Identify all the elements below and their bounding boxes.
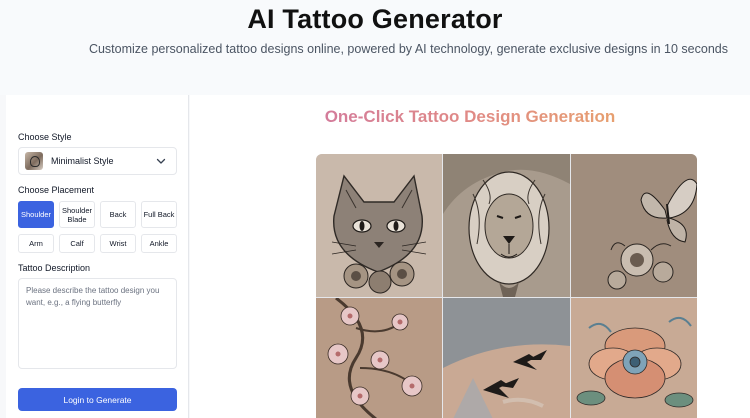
swallows-tattoo-image xyxy=(443,298,570,418)
generator-panel: Choose Style Minimalist Style Choose Pla… xyxy=(6,95,189,418)
flower-tattoo-image xyxy=(571,298,697,418)
showcase-title: One-Click Tattoo Design Generation xyxy=(190,107,750,127)
login-to-generate-button[interactable]: Login to Generate xyxy=(18,388,177,411)
style-selected-value: Minimalist Style xyxy=(51,156,114,166)
style-dropdown[interactable]: Minimalist Style xyxy=(18,147,177,175)
cat-tattoo-image xyxy=(316,154,442,297)
placement-label: Choose Placement xyxy=(18,185,95,195)
chevron-down-icon xyxy=(156,158,166,164)
description-input[interactable] xyxy=(18,278,177,369)
hero-header: AI Tattoo Generator Customize personaliz… xyxy=(0,0,750,95)
description-label: Tattoo Description xyxy=(18,263,91,273)
placement-arm[interactable]: Arm xyxy=(18,234,54,253)
butterfly-tattoo-image xyxy=(571,154,697,297)
placement-back[interactable]: Back xyxy=(100,201,136,228)
placement-calf[interactable]: Calf xyxy=(59,234,95,253)
placement-shoulder[interactable]: Shoulder xyxy=(18,201,54,228)
cherry-blossom-tattoo-image xyxy=(316,298,442,418)
placement-full-back[interactable]: Full Back xyxy=(141,201,177,228)
style-thumbnail xyxy=(25,152,43,170)
page-subtitle: Customize personalized tattoo designs on… xyxy=(88,42,728,56)
placement-wrist[interactable]: Wrist xyxy=(100,234,136,253)
tattoo-gallery xyxy=(316,154,697,418)
showcase-panel: One-Click Tattoo Design Generation xyxy=(190,95,750,418)
placement-ankle[interactable]: Ankle xyxy=(141,234,177,253)
lion-tattoo-image xyxy=(443,154,570,297)
style-label: Choose Style xyxy=(18,132,72,142)
placement-options: Shoulder Shoulder Blade Back Full Back A… xyxy=(18,201,178,253)
page-title: AI Tattoo Generator xyxy=(247,4,503,34)
placement-shoulder-blade[interactable]: Shoulder Blade xyxy=(59,201,95,228)
